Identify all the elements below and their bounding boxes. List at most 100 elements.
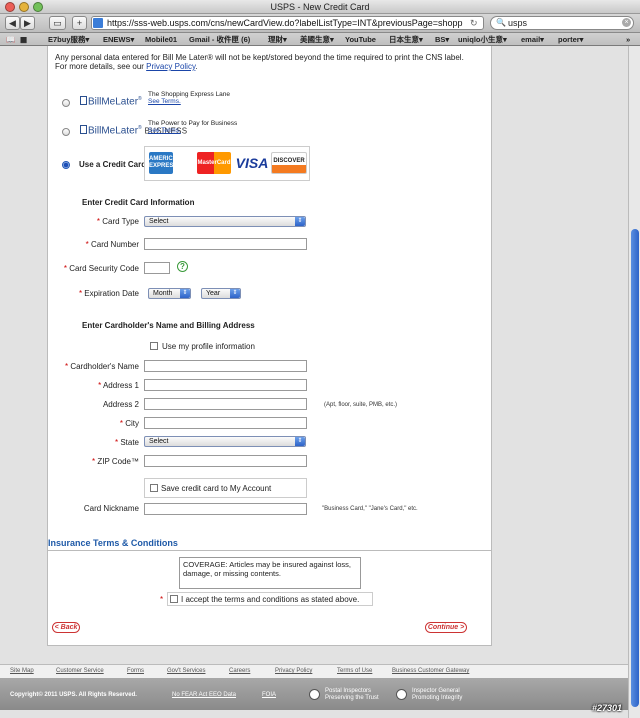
state-select[interactable]: Select ⇕: [144, 436, 306, 447]
expiration-month-select[interactable]: Month ⇕: [148, 288, 191, 299]
reload-icon[interactable]: ↻: [470, 18, 478, 29]
bml-business-see-terms-link[interactable]: See Terms.: [148, 127, 181, 134]
zip-input[interactable]: [144, 455, 307, 467]
bml-see-terms-link[interactable]: See Terms.: [148, 98, 181, 105]
card-section-title: Enter Credit Card Information: [82, 198, 195, 207]
city-input[interactable]: [144, 417, 307, 429]
bill-me-later-logo: BillMeLater®: [80, 96, 142, 107]
footer-link[interactable]: Terms of Use: [337, 668, 372, 674]
discover-logo: DISCOVER: [271, 152, 307, 174]
vertical-scrollbar[interactable]: [628, 46, 640, 718]
footer-links: Site Map Customer Service Forms Gov't Se…: [0, 664, 628, 678]
minimize-window-button[interactable]: [19, 2, 29, 12]
bookmark-item[interactable]: Mobile01: [145, 33, 177, 46]
bookmark-item[interactable]: YouTube: [345, 33, 376, 46]
url-input[interactable]: https://sss-web.usps.com/cns/newCardView…: [91, 16, 484, 30]
visa-logo: VISA: [234, 152, 270, 174]
cardholder-name-label: * Cardholder's Name: [64, 362, 139, 371]
scrollbar-thumb[interactable]: [631, 229, 639, 707]
bookmark-item[interactable]: BS▾: [435, 33, 449, 46]
use-profile-checkbox[interactable]: [150, 342, 158, 350]
expiration-label: * Expiration Date: [78, 289, 139, 298]
address-section-title: Enter Cardholder's Name and Billing Addr…: [82, 321, 255, 330]
privacy-note: Any personal data entered for Bill Me La…: [55, 53, 464, 71]
bookmark-item[interactable]: email▾: [521, 33, 544, 46]
footer-link[interactable]: Business Customer Gateway: [392, 668, 469, 674]
bookmark-item[interactable]: Gmail - 收件匣 (6): [189, 33, 250, 46]
back-link-button[interactable]: < Back: [52, 622, 80, 633]
forward-button[interactable]: ▶: [20, 16, 35, 30]
footer-link[interactable]: Site Map: [10, 668, 34, 674]
help-icon[interactable]: ?: [177, 261, 188, 272]
credit-card-label: Use a Credit Card: [79, 160, 147, 169]
save-card-checkbox[interactable]: [150, 484, 158, 492]
watermark-text: #27301: [592, 703, 623, 713]
zip-label: * ZIP Code™: [92, 457, 139, 466]
security-code-label: * Card Security Code: [63, 264, 139, 273]
address2-input[interactable]: [144, 398, 307, 410]
footer-link[interactable]: Privacy Policy: [275, 668, 312, 674]
bookmarks-bar: 📖 ▦ E7buy服務▾ ENEWS▾ Mobile01 Gmail - 收件匣…: [0, 33, 640, 46]
bookmarks-overflow-icon[interactable]: »: [626, 33, 630, 46]
card-nickname-input[interactable]: [144, 503, 307, 515]
accept-terms-checkbox[interactable]: [170, 595, 178, 603]
use-profile-label: Use my profile information: [162, 342, 255, 351]
back-button[interactable]: ◀: [5, 16, 20, 30]
footer-link[interactable]: Careers: [229, 668, 250, 674]
chevron-down-icon: ⇕: [295, 437, 305, 446]
bookmark-item[interactable]: 美國生意▾: [300, 33, 334, 46]
credit-card-radio[interactable]: [62, 161, 70, 169]
footer-link[interactable]: Forms: [127, 668, 144, 674]
bml-business-tagline: The Power to Pay for Business See Terms.: [148, 120, 238, 134]
show-tabs-button[interactable]: ▭: [49, 16, 66, 30]
zoom-window-button[interactable]: [33, 2, 43, 12]
bookmark-item[interactable]: 理財▾: [268, 33, 287, 46]
footer-link[interactable]: Customer Service: [56, 668, 104, 674]
foia-link[interactable]: FOIA: [262, 692, 276, 699]
privacy-policy-link[interactable]: Privacy Policy: [146, 62, 195, 71]
bookmarks-book-icon[interactable]: 📖: [6, 33, 15, 46]
search-input[interactable]: usps: [490, 16, 634, 30]
address1-input[interactable]: [144, 379, 307, 391]
chevron-down-icon: ⇕: [230, 289, 240, 298]
security-code-input[interactable]: [144, 262, 170, 274]
bookmark-item[interactable]: porter▾: [558, 33, 583, 46]
bookmark-item[interactable]: E7buy服務▾: [48, 33, 89, 46]
footer-link[interactable]: Gov't Services: [167, 668, 206, 674]
continue-button[interactable]: Continue >: [425, 622, 467, 633]
bookmark-item[interactable]: uniqlo小生意▾: [458, 33, 507, 46]
close-window-button[interactable]: [5, 2, 15, 12]
mastercard-logo: MasterCard: [197, 152, 231, 174]
footer-bar: Copyright© 2011 USPS. All Rights Reserve…: [0, 678, 628, 710]
amex-logo: AMERICAN EXPRESS: [149, 152, 181, 174]
chevron-down-icon: ⇕: [180, 289, 190, 298]
clear-search-icon[interactable]: ×: [622, 18, 631, 27]
card-type-select[interactable]: Select ⇕: [144, 216, 306, 227]
accept-terms-label: I accept the terms and conditions as sta…: [181, 595, 360, 604]
cardholder-name-input[interactable]: [144, 360, 307, 372]
bookmark-item[interactable]: ENEWS▾: [103, 33, 134, 46]
accept-required-marker: *: [160, 595, 164, 604]
coverage-textarea[interactable]: COVERAGE: Articles may be insured agains…: [179, 557, 361, 589]
page-viewport: Any personal data entered for Bill Me La…: [0, 46, 628, 718]
top-sites-icon[interactable]: ▦: [20, 33, 27, 46]
inspector-general-text[interactable]: Inspector General Promoting Integrity: [412, 688, 462, 702]
bill-me-later-radio[interactable]: [62, 99, 70, 107]
no-fear-link[interactable]: No FEAR Act EEO Data: [172, 692, 236, 699]
accepted-cards: AMERICAN EXPRESS MasterCard VISA DISCOVE…: [144, 146, 310, 181]
new-tab-button[interactable]: +: [72, 16, 87, 30]
card-number-input[interactable]: [144, 238, 307, 250]
bml-check-icon: [80, 96, 87, 106]
insurance-divider: [48, 550, 492, 551]
bill-me-later-business-radio[interactable]: [62, 128, 70, 136]
card-number-label: * Card Number: [85, 240, 139, 249]
browser-toolbar: ◀ ▶ ▭ + https://sss-web.usps.com/cns/new…: [0, 14, 640, 33]
state-label: * State: [114, 438, 139, 447]
tabs-icon: ▭: [53, 18, 62, 28]
postal-inspectors-text[interactable]: Postal Inspectors Preserving the Trust: [325, 688, 379, 702]
expiration-year-select[interactable]: Year ⇕: [201, 288, 241, 299]
bml-tagline: The Shopping Express Lane See Terms.: [148, 91, 231, 105]
card-nickname-hint: "Business Card," "Jane's Card," etc.: [322, 506, 418, 512]
bookmark-item[interactable]: 日本生意▾: [389, 33, 423, 46]
site-icon: [93, 18, 103, 28]
